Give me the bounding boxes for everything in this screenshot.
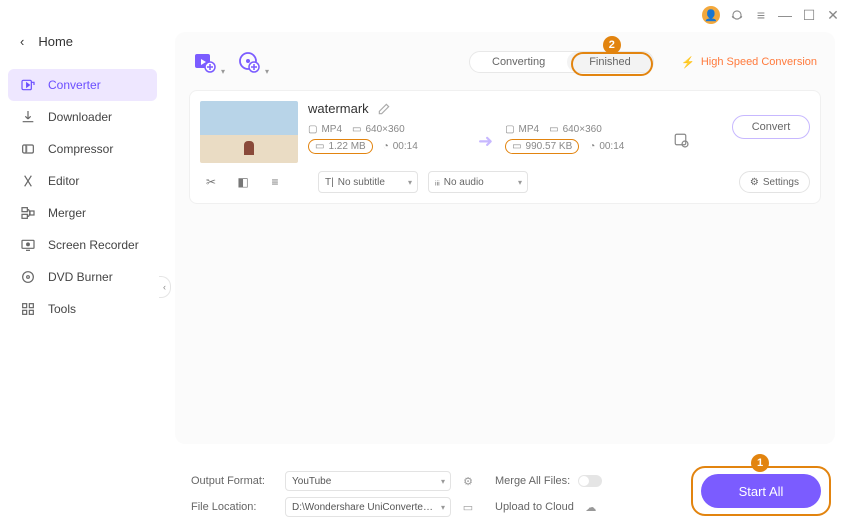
home-link[interactable]: ‹ Home	[0, 28, 165, 55]
high-speed-conversion-link[interactable]: ⚡ High Speed Conversion	[681, 56, 817, 69]
menu-icon[interactable]: ≡	[754, 8, 768, 22]
src-duration: ◔ 00:14	[383, 141, 418, 152]
sidebar-item-label: Compressor	[48, 142, 113, 156]
sidebar-item-label: Editor	[48, 174, 79, 188]
sidebar-item-label: Merger	[48, 206, 86, 220]
dst-resolution: ▭ 640×360	[549, 124, 602, 135]
settings-button[interactable]: ⚙ Settings	[739, 171, 810, 193]
cloud-icon[interactable]: ☁	[582, 498, 600, 516]
maximize-button[interactable]: ☐	[802, 8, 816, 22]
sidebar-item-converter[interactable]: Converter	[8, 69, 157, 101]
output-format-label: Output Format:	[191, 475, 277, 487]
upload-label: Upload to Cloud	[495, 501, 574, 513]
sidebar: ‹ Home Converter Downloader Compressor E…	[0, 0, 165, 527]
item-settings-icon[interactable]	[673, 132, 691, 150]
chevron-left-icon: ‹	[20, 34, 24, 49]
sidebar-item-screen-recorder[interactable]: Screen Recorder	[0, 229, 165, 261]
output-settings-icon[interactable]: ⚙	[459, 472, 477, 490]
tab-converting[interactable]: Converting	[470, 52, 567, 72]
editor-icon	[20, 173, 36, 189]
sidebar-item-label: Downloader	[48, 110, 112, 124]
sidebar-item-label: DVD Burner	[48, 270, 113, 284]
merge-label: Merge All Files:	[495, 475, 570, 487]
file-location-label: File Location:	[191, 501, 277, 513]
subtitle-dropdown[interactable]: T| No subtitle	[318, 171, 418, 193]
media-item-card: watermark ▢ MP4 ▭ 640×360 ▭ 1.22 MB ◔ 00…	[189, 90, 821, 204]
sidebar-item-editor[interactable]: Editor	[0, 165, 165, 197]
file-location-dropdown[interactable]: D:\Wondershare UniConverter 1	[285, 497, 451, 517]
sidebar-item-label: Tools	[48, 302, 76, 316]
dst-size: ▭ 990.57 KB	[505, 139, 579, 154]
add-dvd-button[interactable]: ▾	[237, 50, 261, 74]
annotation-badge-2: 2	[603, 36, 621, 54]
minimize-button[interactable]: —	[778, 8, 792, 22]
tabs: Converting Finished 2	[469, 51, 654, 73]
effects-icon[interactable]: ≡	[264, 173, 286, 191]
src-size: ▭ 1.22 MB	[308, 139, 373, 154]
main-panel: ▾ ▾ Converting Finished 2 ⚡ High Speed C…	[175, 32, 835, 444]
compressor-icon	[20, 141, 36, 157]
crop-icon[interactable]: ◧	[232, 173, 254, 191]
home-label: Home	[38, 34, 73, 49]
sidebar-item-downloader[interactable]: Downloader	[0, 101, 165, 133]
bolt-icon: ⚡	[681, 56, 695, 69]
close-button[interactable]: ✕	[826, 8, 840, 22]
sidebar-item-compressor[interactable]: Compressor	[0, 133, 165, 165]
collapse-sidebar-button[interactable]: ‹	[159, 276, 171, 298]
tab-finished[interactable]: Finished	[567, 52, 653, 72]
convert-button[interactable]: Convert	[732, 115, 810, 139]
converter-icon	[20, 77, 36, 93]
sidebar-item-label: Screen Recorder	[48, 238, 139, 252]
thumbnail[interactable]	[200, 101, 298, 163]
item-title: watermark	[308, 101, 369, 116]
edit-title-icon[interactable]	[377, 102, 391, 116]
annotation-badge-1: 1	[751, 454, 769, 472]
arrow-icon: ➜	[478, 131, 493, 152]
support-icon[interactable]	[730, 8, 744, 22]
audio-dropdown[interactable]: ᵢᵢᵢ No audio	[428, 171, 528, 193]
high-speed-label: High Speed Conversion	[701, 56, 817, 68]
footer: Output Format: YouTube ⚙ Merge All Files…	[175, 460, 835, 522]
tools-icon	[20, 301, 36, 317]
src-format: ▢ MP4	[308, 124, 342, 135]
output-format-dropdown[interactable]: YouTube	[285, 471, 451, 491]
merge-toggle[interactable]	[578, 475, 602, 487]
avatar-icon[interactable]: 👤	[702, 6, 720, 24]
trim-icon[interactable]: ✂	[200, 173, 222, 191]
sidebar-item-tools[interactable]: Tools	[0, 293, 165, 325]
sidebar-item-merger[interactable]: Merger	[0, 197, 165, 229]
add-file-button[interactable]: ▾	[193, 50, 217, 74]
open-folder-icon[interactable]: ▭	[459, 498, 477, 516]
src-resolution: ▭ 640×360	[352, 124, 405, 135]
sidebar-item-dvd-burner[interactable]: DVD Burner	[0, 261, 165, 293]
start-all-button[interactable]: Start All	[701, 474, 821, 508]
dvd-burner-icon	[20, 269, 36, 285]
downloader-icon	[20, 109, 36, 125]
dst-duration: ◔ 00:14	[589, 141, 624, 152]
dst-format: ▢ MP4	[505, 124, 539, 135]
sidebar-item-label: Converter	[48, 78, 101, 92]
merger-icon	[20, 205, 36, 221]
screen-recorder-icon	[20, 237, 36, 253]
